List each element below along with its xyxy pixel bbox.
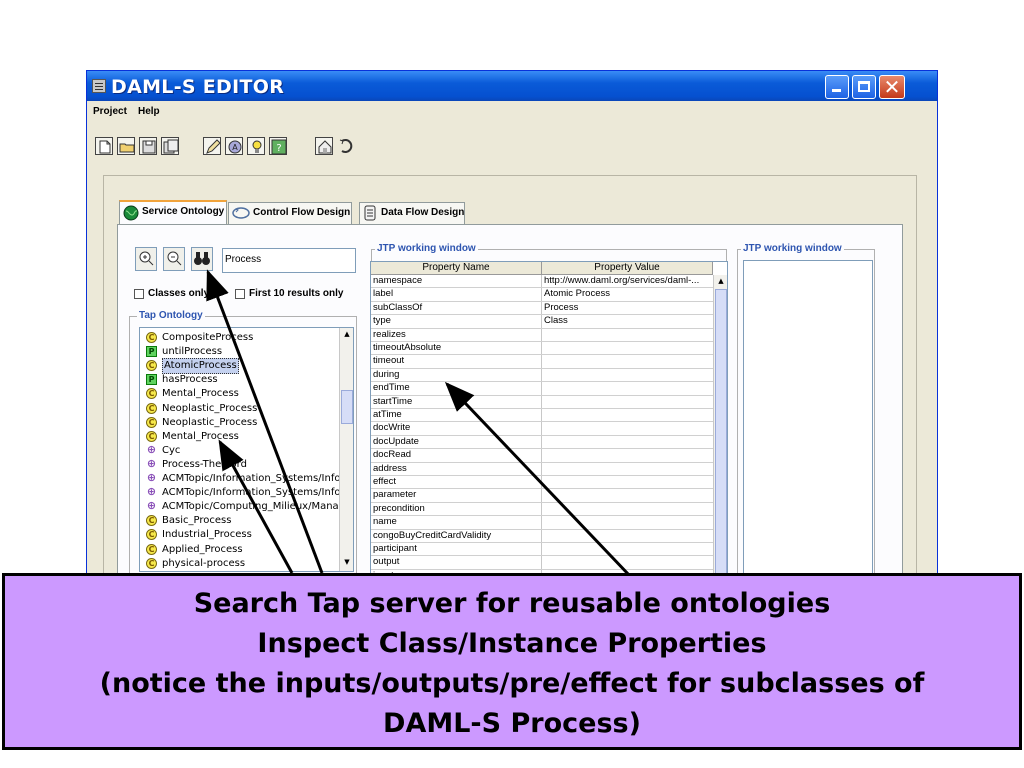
callout-line-2: Inspect Class/Instance Properties xyxy=(257,628,767,659)
callout-line-3: (notice the inputs/outputs/pre/effect fo… xyxy=(99,668,925,699)
callout-line-4: DAML-S Process) xyxy=(383,708,641,739)
arrow-to-property-table xyxy=(444,381,632,578)
arrow-to-search-button xyxy=(206,269,324,574)
callout-box: Search Tap server for reusable ontologie… xyxy=(2,573,1022,750)
callout-line-1: Search Tap server for reusable ontologie… xyxy=(193,588,831,619)
